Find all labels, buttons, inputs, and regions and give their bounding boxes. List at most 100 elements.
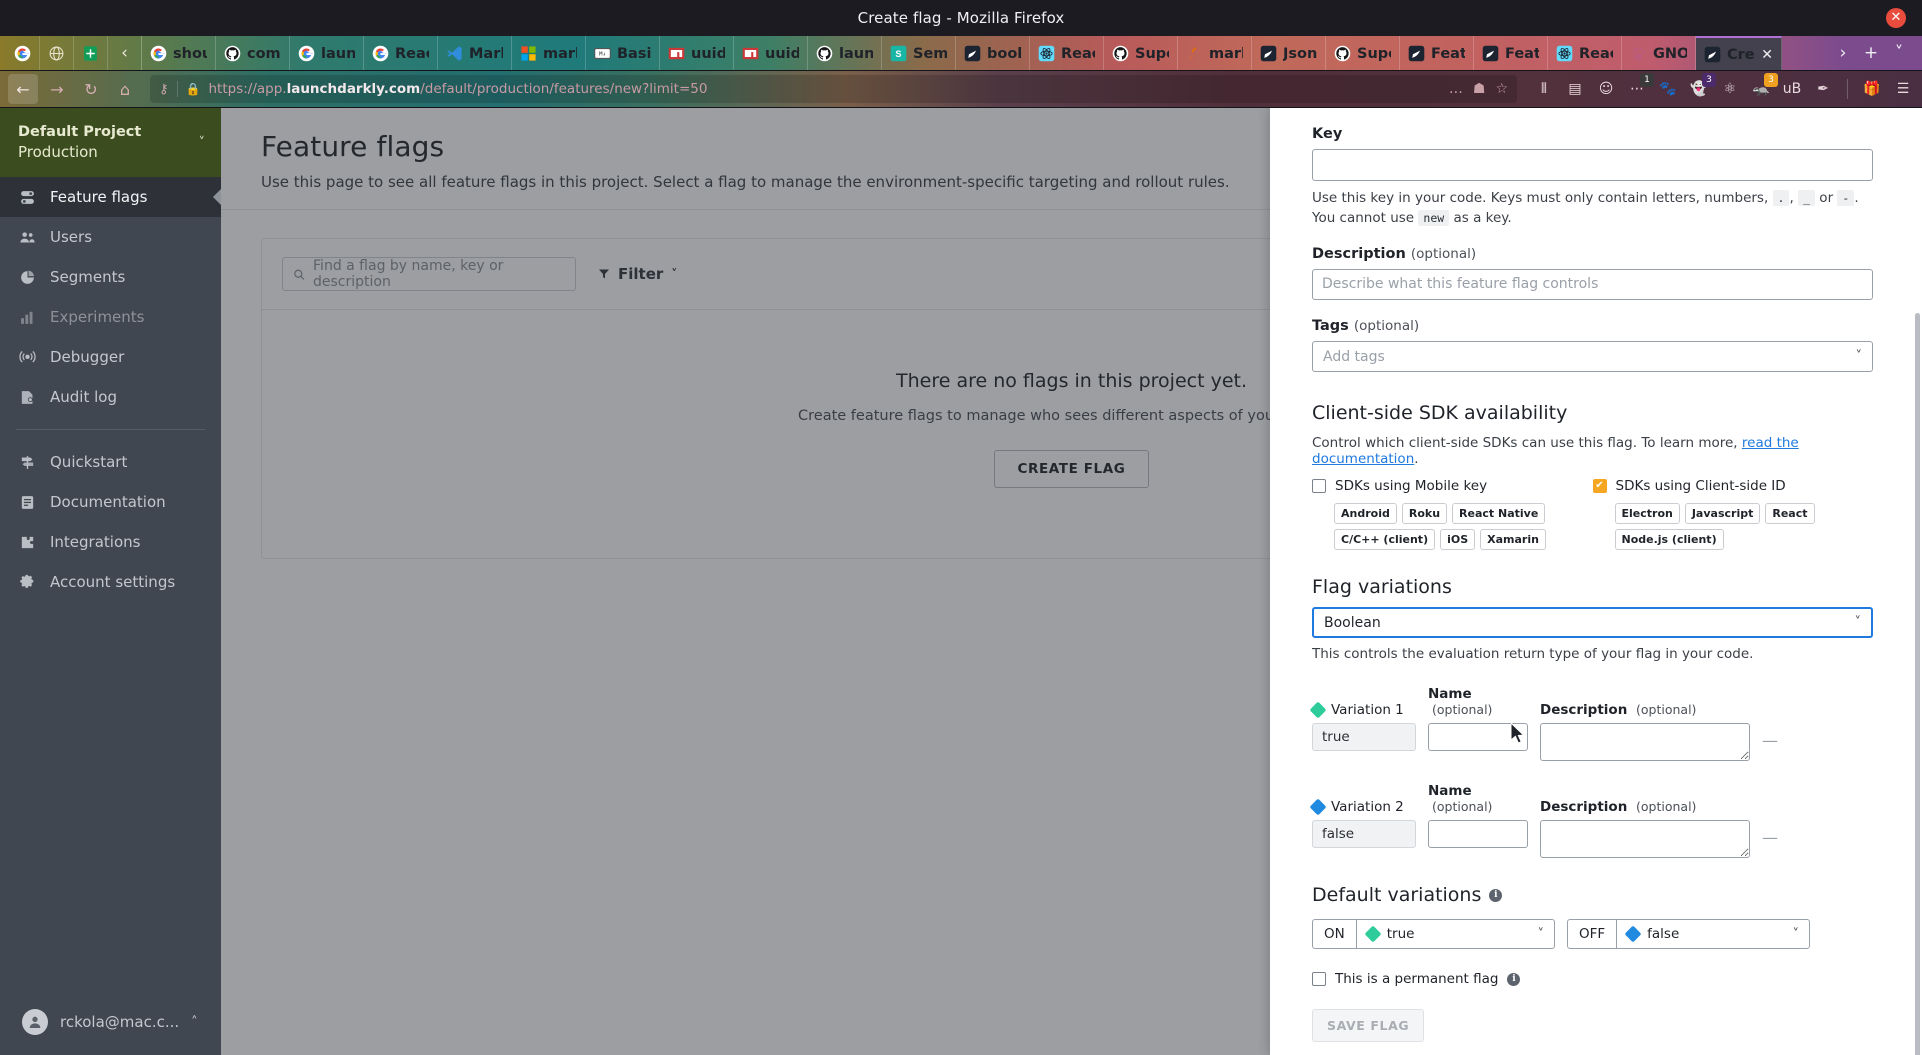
sidebar-item-segments[interactable]: Segments bbox=[0, 257, 221, 297]
browser-tab[interactable]: React bbox=[1548, 36, 1622, 70]
app-menu-icon[interactable]: ☰ bbox=[1892, 78, 1914, 100]
permanent-flag-row[interactable]: This is a permanent flag i bbox=[1312, 971, 1873, 987]
project-environment-switcher[interactable]: Default Project Production ˅ bbox=[0, 108, 221, 177]
gnome-extension-icon[interactable]: 🐾 bbox=[1657, 78, 1679, 100]
default-off-value: false bbox=[1647, 926, 1680, 942]
browser-tab[interactable]: Marko bbox=[438, 36, 512, 70]
google-pinned-tab[interactable] bbox=[6, 36, 40, 70]
ublock-origin-icon[interactable]: uB bbox=[1781, 78, 1803, 100]
browser-tab[interactable]: Supe bbox=[1326, 36, 1400, 70]
colorzilla-icon[interactable]: ✒ bbox=[1812, 78, 1834, 100]
save-flag-button[interactable]: SAVE FLAG bbox=[1312, 1009, 1425, 1042]
honey-badger-icon[interactable]: 🦡 3 bbox=[1750, 73, 1778, 100]
browser-tab[interactable]: React bbox=[1030, 36, 1104, 70]
sidebar-item-feature-flags[interactable]: Feature flags bbox=[0, 177, 221, 217]
ghostery-icon[interactable]: 👻 3 bbox=[1688, 73, 1716, 100]
extensions-gift-icon[interactable]: 🎁 bbox=[1861, 78, 1883, 100]
new-tab-button[interactable]: + bbox=[1858, 40, 1884, 66]
variation-description-textarea[interactable] bbox=[1540, 820, 1750, 858]
remove-variation-button[interactable]: — bbox=[1762, 731, 1778, 750]
default-on-select[interactable]: ON true ˅ bbox=[1312, 919, 1555, 949]
browser-tab[interactable]: Featu bbox=[1400, 36, 1474, 70]
permanent-flag-checkbox[interactable] bbox=[1312, 972, 1326, 986]
extension-red-icon[interactable]: ⋯ 1 bbox=[1626, 73, 1654, 100]
account-icon[interactable]: ☺ bbox=[1595, 78, 1617, 100]
library-icon[interactable]: ⦀ bbox=[1533, 78, 1555, 100]
tracking-protection-shield-icon[interactable]: ⚷ bbox=[159, 82, 169, 97]
tab-menu-chevron-icon[interactable]: ˅ bbox=[1886, 40, 1912, 66]
chevron-up-icon[interactable]: ˄ bbox=[191, 1015, 198, 1030]
sidebar-item-account-settings[interactable]: Account settings bbox=[0, 562, 221, 602]
forward-button[interactable]: → bbox=[42, 74, 72, 104]
browser-tab[interactable]: marko bbox=[1178, 36, 1252, 70]
chevron-down-icon[interactable]: ˅ bbox=[199, 135, 206, 150]
browser-tab[interactable]: launc bbox=[808, 36, 882, 70]
browser-tab[interactable]: Featu bbox=[1474, 36, 1548, 70]
browser-tab[interactable]: GNOM bbox=[1622, 36, 1696, 70]
bookmark-star-icon[interactable]: ☆ bbox=[1495, 81, 1508, 97]
variation-color-swatch bbox=[1364, 925, 1382, 943]
react-devtools-icon[interactable]: ⚛ bbox=[1719, 78, 1741, 100]
key-input[interactable] bbox=[1312, 149, 1873, 181]
description-textarea[interactable] bbox=[1312, 269, 1873, 300]
browser-tab-active[interactable]: Cre ✕ bbox=[1696, 36, 1782, 70]
github-icon bbox=[816, 45, 833, 62]
page-actions-icon[interactable]: … bbox=[1449, 81, 1463, 97]
remove-variation-button[interactable]: — bbox=[1762, 828, 1778, 847]
browser-tab[interactable]: shou bbox=[142, 36, 216, 70]
list-all-tabs-button[interactable]: › bbox=[1830, 40, 1856, 66]
browser-tab[interactable]: S Sema bbox=[882, 36, 956, 70]
url-bar[interactable]: ⚷ 🔒 https://app.launchdarkly.com/default… bbox=[150, 75, 1517, 103]
scroll-tabs-left-button[interactable]: ‹ bbox=[108, 36, 142, 70]
browser-tab[interactable]: uuid - bbox=[660, 36, 734, 70]
reload-button[interactable]: ↻ bbox=[76, 74, 106, 104]
sidebar-item-integrations[interactable]: Integrations bbox=[0, 522, 221, 562]
sidebar-item-debugger[interactable]: Debugger bbox=[0, 337, 221, 377]
back-button[interactable]: ← bbox=[8, 74, 38, 104]
default-off-select[interactable]: OFF false ˅ bbox=[1567, 919, 1810, 949]
clientside-id-checkbox[interactable]: ✔ bbox=[1592, 479, 1607, 493]
browser-tab[interactable]: comm bbox=[216, 36, 290, 70]
variation-description-textarea[interactable] bbox=[1540, 723, 1750, 761]
sidebars-icon[interactable]: ▤ bbox=[1564, 78, 1586, 100]
panel-scrollbar[interactable] bbox=[1915, 313, 1920, 1055]
info-icon[interactable]: i bbox=[1507, 972, 1521, 986]
pocket-icon[interactable]: ☗ bbox=[1473, 81, 1486, 97]
home-button[interactable]: ⌂ bbox=[110, 74, 140, 104]
sidebar-user-menu[interactable]: rckola@mac.c... ˄ bbox=[0, 993, 221, 1055]
close-tab-icon[interactable]: ✕ bbox=[1761, 47, 1773, 63]
browser-tab[interactable]: launc bbox=[290, 36, 364, 70]
sidebar-item-audit-log[interactable]: Audit log bbox=[0, 377, 221, 417]
sdks-using-clientside-id-row[interactable]: ✔ SDKs using Client-side ID bbox=[1592, 478, 1874, 494]
page-viewport: Default Project Production ˅ Feature fla… bbox=[0, 108, 1922, 1055]
browser-tab[interactable]: Super bbox=[1104, 36, 1178, 70]
browser-tab[interactable]: React bbox=[364, 36, 438, 70]
users-icon bbox=[18, 228, 36, 246]
browser-tab[interactable]: boolf bbox=[956, 36, 1030, 70]
variation-name-input[interactable] bbox=[1428, 723, 1528, 751]
browser-tab[interactable]: Jsonf bbox=[1252, 36, 1326, 70]
code-underscore: _ bbox=[1798, 190, 1816, 206]
globe-pinned-tab[interactable] bbox=[40, 36, 74, 70]
sidebar-item-documentation[interactable]: Documentation bbox=[0, 482, 221, 522]
browser-tab[interactable]: uuid - bbox=[734, 36, 808, 70]
mobile-key-checkbox[interactable] bbox=[1312, 479, 1326, 493]
sidebar-item-experiments[interactable]: Experiments bbox=[0, 297, 221, 337]
variation-name-input[interactable] bbox=[1428, 820, 1528, 848]
signpost-icon bbox=[18, 453, 36, 471]
sidebar-item-users[interactable]: Users bbox=[0, 217, 221, 257]
tags-select[interactable]: Add tags ˅ bbox=[1312, 341, 1873, 372]
window-close-button[interactable]: ✕ bbox=[1886, 8, 1906, 28]
tab-label: GNOM bbox=[1653, 45, 1687, 62]
sdk-chip: Javascript bbox=[1684, 503, 1761, 524]
sidebar-item-quickstart[interactable]: Quickstart bbox=[0, 442, 221, 482]
browser-tab[interactable]: marko bbox=[512, 36, 586, 70]
variation-type-select[interactable]: Boolean ˅ bbox=[1312, 607, 1873, 638]
sheets-pinned-tab[interactable] bbox=[74, 36, 108, 70]
browser-tab[interactable]: M↓ Basic bbox=[586, 36, 660, 70]
variation-color-swatch bbox=[1624, 925, 1642, 943]
sdks-using-mobile-key-row[interactable]: SDKs using Mobile key bbox=[1312, 478, 1593, 494]
tags-placeholder: Add tags bbox=[1323, 348, 1385, 365]
info-icon[interactable]: i bbox=[1489, 888, 1503, 902]
flag-variations-heading: Flag variations bbox=[1312, 576, 1452, 598]
